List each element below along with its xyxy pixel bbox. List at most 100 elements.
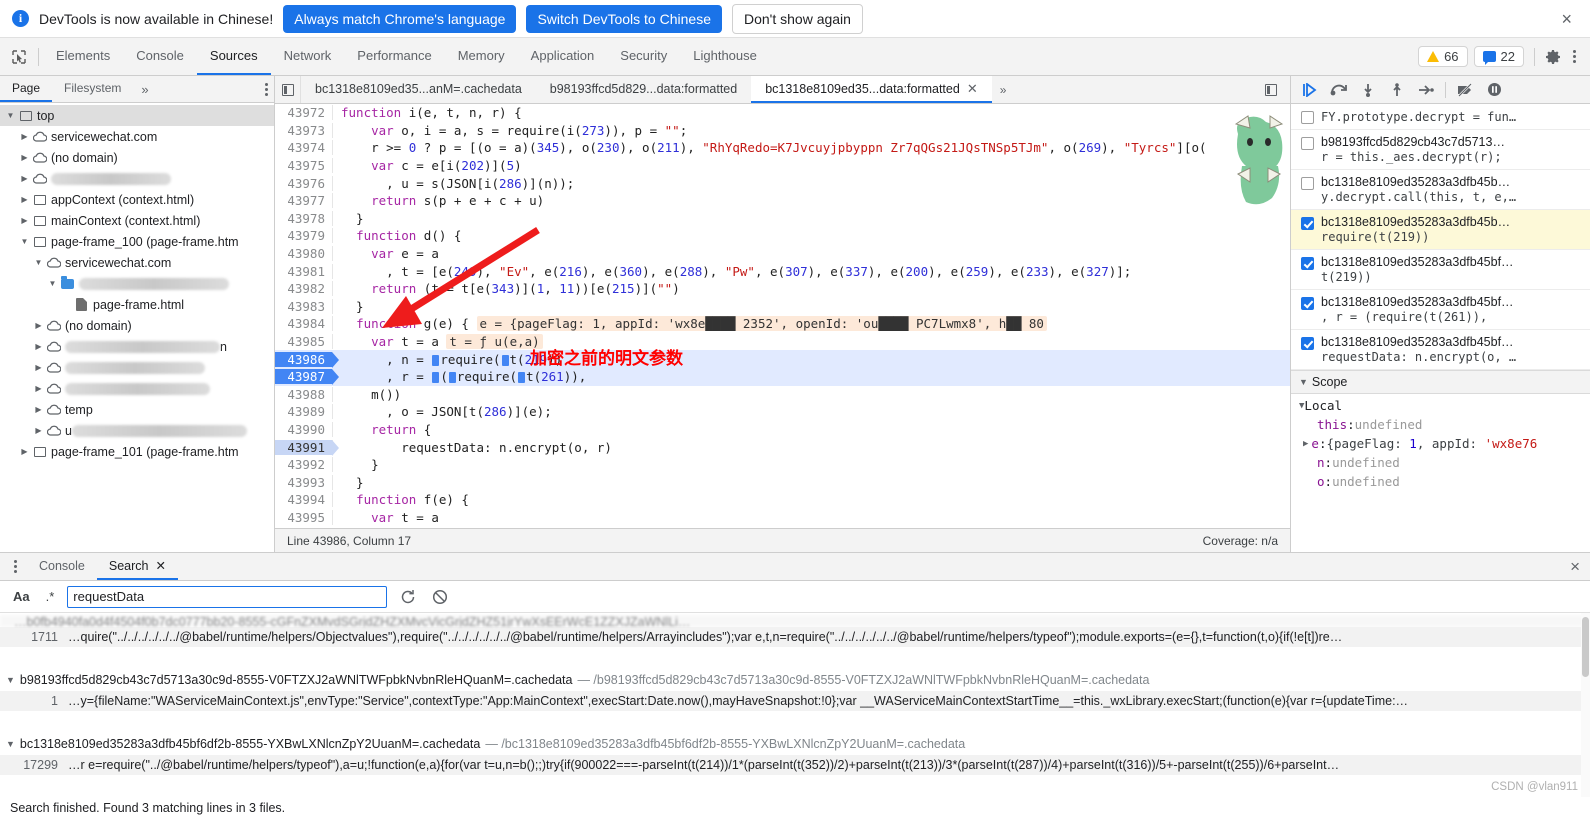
code-line[interactable]: 43973 var o, i = a, s = require(i(273)),… (275, 122, 1290, 140)
switch-to-chinese-button[interactable]: Switch DevTools to Chinese (526, 4, 722, 33)
search-result-line[interactable]: 1711 …quire("../../../../../../@babel/run… (0, 627, 1590, 647)
code-editor[interactable]: 43972 function i(e, t, n, r) {43973 var o… (275, 104, 1290, 528)
tab-sources[interactable]: Sources (196, 38, 271, 75)
line-number[interactable]: 43983 (275, 298, 333, 314)
close-icon[interactable]: ✕ (967, 81, 978, 97)
tree-item[interactable]: ▶ page-frame_101 (page-frame.htm (0, 441, 274, 462)
editor-tab-b98193-formatted[interactable]: b98193ffcd5d829...data:formatted (536, 76, 751, 103)
breakpoint-item[interactable]: bc1318e8109ed35283a3dfb45bf… requestData:… (1291, 330, 1590, 370)
code-line[interactable]: 43984 function g(e) { e = {pageFlag: 1, … (275, 315, 1290, 333)
breakpoint-item[interactable]: FY.prototype.decrypt = fun… (1291, 104, 1590, 130)
line-number[interactable]: 43986 (275, 351, 339, 368)
chevron-right-icon[interactable]: ▶ (32, 321, 45, 330)
always-match-language-button[interactable]: Always match Chrome's language (283, 4, 517, 33)
deactivate-breakpoints-icon[interactable] (1452, 79, 1478, 101)
warning-count-badge[interactable]: 66 (1418, 46, 1468, 67)
code-line[interactable]: 43975 var c = e[i(202)](5) (275, 157, 1290, 175)
line-number[interactable]: 43980 (275, 246, 333, 262)
tree-item[interactable]: ▶ servicewechat.com (0, 126, 274, 147)
code-line[interactable]: 43986 , n = require(t(219)) (275, 350, 1290, 368)
search-input[interactable] (67, 585, 388, 608)
code-line[interactable]: 43995 var t = a (275, 509, 1290, 527)
tab-lighthouse[interactable]: Lighthouse (680, 38, 770, 75)
tree-item[interactable]: ▼ top (0, 105, 274, 126)
chevron-right-icon[interactable]: ▶ (32, 363, 45, 372)
chevron-right-icon[interactable]: ▶ (1303, 439, 1308, 449)
chevron-right-icon[interactable]: ▶ (32, 342, 45, 351)
breakpoint-item[interactable]: b98193ffcd5d829cb43c7d5713… r = this._aes… (1291, 130, 1590, 170)
code-line[interactable]: 43983 } (275, 298, 1290, 316)
code-line[interactable]: 43977 return s(p + e + c + u) (275, 192, 1290, 210)
line-number[interactable]: 43987 (275, 369, 339, 386)
chevron-down-icon[interactable]: ▼ (4, 111, 17, 120)
match-case-toggle[interactable]: Aa (10, 588, 33, 605)
step-into-next-function-call-icon[interactable] (1355, 79, 1381, 101)
line-number[interactable]: 43989 (275, 404, 333, 420)
code-line[interactable]: 43993 } (275, 473, 1290, 491)
chevron-right-icon[interactable]: ▶ (32, 426, 45, 435)
search-result-line[interactable]: 1 …y={fileName:"WAServiceMainContext.js",… (0, 691, 1590, 711)
code-line[interactable]: 43991 requestData: n.encrypt(o, r) (275, 438, 1290, 456)
tree-item[interactable]: ▶ mainContext (context.html) (0, 210, 274, 231)
close-icon[interactable]: ✕ (155, 558, 165, 573)
dont-show-again-button[interactable]: Don't show again (731, 3, 863, 34)
code-line[interactable]: 43980 var e = a (275, 245, 1290, 263)
chevron-down-icon[interactable]: ▼ (6, 739, 15, 749)
code-line[interactable]: 43979 function d() { (275, 227, 1290, 245)
chevron-right-icon[interactable]: ▶ (18, 132, 31, 141)
chevron-down-icon[interactable]: ▼ (46, 279, 59, 288)
search-results[interactable]: …b0fb4940fa0d4f4504f0b7dc0777bb20-8555-c… (0, 613, 1590, 819)
nav-tab-filesystem[interactable]: Filesystem (52, 76, 133, 102)
code-line[interactable]: 43989 , o = JSON[t(286)](e); (275, 403, 1290, 421)
breakpoint-checkbox[interactable] (1301, 337, 1314, 350)
drawer-tab-console[interactable]: Console (27, 553, 97, 580)
results-scrollbar[interactable] (1581, 613, 1590, 819)
code-line[interactable]: 43978 } (275, 210, 1290, 228)
step-over-next-function-call-icon[interactable] (1326, 79, 1352, 101)
breakpoint-checkbox[interactable] (1301, 217, 1314, 230)
inspect-element-icon[interactable] (4, 43, 34, 71)
close-icon[interactable]: × (1553, 10, 1580, 28)
code-line[interactable]: 43976 , u = s(JSON[i(286)](n)); (275, 174, 1290, 192)
breakpoint-item[interactable]: bc1318e8109ed35283a3dfb45b… y.decrypt.cal… (1291, 170, 1590, 210)
line-number[interactable]: 43991 (275, 439, 339, 456)
chevron-right-icon[interactable]: ▶ (18, 195, 31, 204)
breakpoint-checkbox[interactable] (1301, 257, 1314, 270)
tree-item[interactable]: ▶ temp (0, 399, 274, 420)
refresh-icon[interactable] (397, 586, 419, 608)
tab-elements[interactable]: Elements (43, 38, 123, 75)
line-number[interactable]: 43972 (275, 105, 333, 121)
chevron-right-icon[interactable]: ▶ (18, 153, 31, 162)
tree-item[interactable]: ▶ (no domain) (0, 315, 274, 336)
regex-toggle[interactable]: .* (43, 588, 58, 605)
kebab-menu-icon[interactable] (1567, 48, 1582, 65)
code-line[interactable]: 43992 } (275, 456, 1290, 474)
scope-section-header[interactable]: ▼ Scope (1291, 370, 1590, 394)
line-number[interactable]: 43973 (275, 122, 333, 138)
show-navigator-icon[interactable] (275, 76, 301, 103)
scope-variable[interactable]: o: undefined (1291, 472, 1590, 491)
editor-tab-cachedata[interactable]: bc1318e8109ed35...anM=.cachedata (301, 76, 536, 103)
message-count-badge[interactable]: 22 (1473, 46, 1524, 67)
tree-item[interactable]: ▶ (0, 357, 274, 378)
line-number[interactable]: 43976 (275, 175, 333, 191)
tab-security[interactable]: Security (607, 38, 680, 75)
line-number[interactable]: 43979 (275, 228, 333, 244)
chevron-right-icon[interactable]: ▶ (32, 405, 45, 414)
chevron-right-icon[interactable]: ▶ (18, 447, 31, 456)
search-result-group-header[interactable]: ▼ bc1318e8109ed35283a3dfb45bf6df2b-8555-Y… (0, 733, 1590, 755)
code-line[interactable]: 43981 , t = [e(249), "Ev", e(216), e(360… (275, 262, 1290, 280)
breakpoint-checkbox[interactable] (1301, 111, 1314, 124)
chevron-down-icon[interactable]: ▼ (32, 258, 45, 267)
breakpoint-item[interactable]: bc1318e8109ed35283a3dfb45bf…, r = (requi… (1291, 290, 1590, 330)
tree-item[interactable]: ▶ u (0, 420, 274, 441)
tab-console[interactable]: Console (123, 38, 197, 75)
tree-item[interactable]: ▼ (0, 273, 274, 294)
line-number[interactable]: 43988 (275, 386, 333, 402)
search-result-group-header[interactable]: ▼ b98193ffcd5d829cb43c7d5713a30c9d-8555-V… (0, 669, 1590, 691)
pause-on-exceptions-icon[interactable] (1481, 79, 1507, 101)
tab-application[interactable]: Application (518, 38, 608, 75)
breakpoint-checkbox[interactable] (1301, 137, 1314, 150)
search-result-line-partial[interactable]: …b0fb4940fa0d4f4504f0b7dc0777bb20-8555-c… (0, 615, 1590, 627)
breakpoint-item[interactable]: bc1318e8109ed35283a3dfb45b… require(t(219… (1291, 210, 1590, 250)
